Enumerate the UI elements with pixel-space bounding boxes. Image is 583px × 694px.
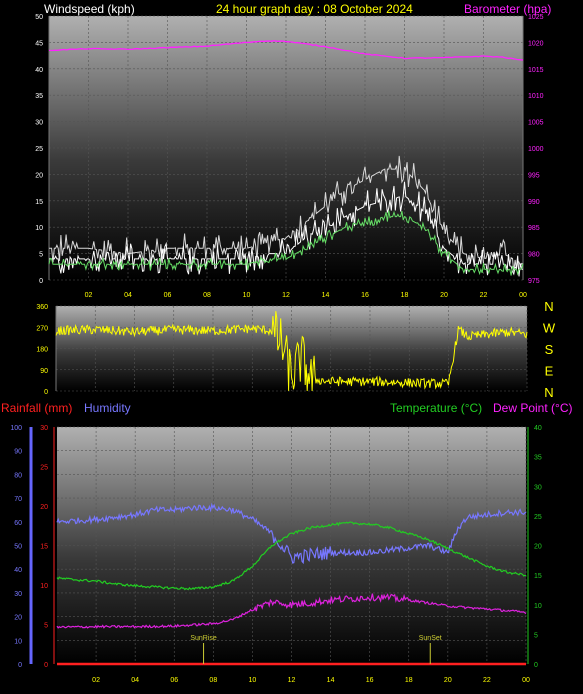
barometer-tick-label: 990 [528, 199, 540, 206]
sun-event-label: SunRise [190, 635, 217, 642]
sun-event-label: SunSet [419, 635, 442, 642]
humidity-tick-label: 0 [18, 662, 22, 669]
climate-x-tick: 00 [522, 677, 530, 684]
humidity-tick-label: 70 [14, 496, 22, 503]
wind-x-tick: 10 [243, 292, 251, 299]
compass-label: N [544, 299, 553, 314]
weather-chart: 0510152025303540455097598098599099510001… [10, 14, 556, 684]
humidity-tick-label: 40 [14, 567, 22, 574]
barometer-tick-label: 1020 [528, 40, 544, 47]
rain-tick-label: 0 [44, 662, 48, 669]
barometer-tick-label: 1015 [528, 67, 544, 74]
barometer-axis-title: Barometer (hpa) [464, 2, 552, 16]
temperature-axis-title: Temperature (°C) [390, 401, 483, 415]
humidity-axis-title: Humidity [84, 401, 131, 415]
wind-tick-label: 50 [35, 14, 43, 21]
wind-x-tick: 20 [440, 292, 448, 299]
humidity-tick-label: 30 [14, 591, 22, 598]
temperature-tick-label: 0 [534, 662, 538, 669]
wind-x-tick: 16 [361, 292, 369, 299]
wind-tick-label: 5 [39, 252, 43, 259]
humidity-tick-label: 80 [14, 472, 22, 479]
compass-label: N [544, 385, 553, 400]
temperature-tick-label: 30 [534, 484, 542, 491]
climate-x-tick: 10 [249, 677, 257, 684]
barometer-tick-label: 1010 [528, 93, 544, 100]
climate-x-tick: 22 [483, 677, 491, 684]
plot-backgrounds [49, 16, 527, 664]
climate-x-tick: 16 [366, 677, 374, 684]
humidity-tick-label: 90 [14, 449, 22, 456]
wind-tick-label: 15 [35, 199, 43, 206]
temperature-tick-label: 25 [534, 514, 542, 521]
climate-x-tick: 06 [170, 677, 178, 684]
direction-tick-label: 180 [36, 347, 48, 354]
rainfall-axis-title: Rainfall (mm) [1, 401, 73, 415]
wind-tick-label: 40 [35, 67, 43, 74]
wind-tick-label: 35 [35, 93, 43, 100]
temperature-tick-label: 35 [534, 455, 542, 462]
climate-x-tick: 02 [92, 677, 100, 684]
page-title: 24 hour graph day : 08 October 2024 [216, 2, 413, 16]
climate-x-tick: 20 [444, 677, 452, 684]
direction-tick-label: 270 [36, 325, 48, 332]
wind-x-tick: 18 [401, 292, 409, 299]
humidity-tick-label: 20 [14, 615, 22, 622]
rain-tick-label: 30 [40, 425, 48, 432]
barometer-tick-label: 985 [528, 225, 540, 232]
wind-x-tick: 22 [480, 292, 488, 299]
humidity-tick-label: 100 [10, 425, 22, 432]
wind-tick-label: 30 [35, 120, 43, 127]
rain-tick-label: 15 [40, 544, 48, 551]
barometer-tick-label: 980 [528, 252, 540, 259]
wind-x-tick: 14 [322, 292, 330, 299]
barometer-tick-label: 995 [528, 172, 540, 179]
wind-x-tick: 02 [85, 292, 93, 299]
wind-tick-label: 25 [35, 146, 43, 153]
rain-tick-label: 20 [40, 504, 48, 511]
wind-x-tick: 04 [124, 292, 132, 299]
climate-x-tick: 08 [209, 677, 217, 684]
temperature-tick-label: 20 [534, 544, 542, 551]
dewpoint-axis-title: Dew Point (°C) [493, 401, 573, 415]
wind-x-tick: 08 [203, 292, 211, 299]
temperature-tick-label: 5 [534, 632, 538, 639]
humidity-tick-label: 10 [14, 638, 22, 645]
compass-label: E [545, 364, 554, 379]
barometer-tick-label: 1000 [528, 146, 544, 153]
temperature-tick-label: 15 [534, 573, 542, 580]
wind-x-tick: 00 [519, 292, 527, 299]
wind-x-tick: 06 [164, 292, 172, 299]
barometer-tick-label: 1005 [528, 120, 544, 127]
temperature-tick-label: 40 [534, 425, 542, 432]
wind-tick-label: 20 [35, 172, 43, 179]
wind-tick-label: 10 [35, 225, 43, 232]
compass-label: S [545, 342, 554, 357]
climate-x-tick: 18 [405, 677, 413, 684]
rain-tick-label: 10 [40, 583, 48, 590]
climate-x-tick: 12 [288, 677, 296, 684]
humidity-tick-label: 50 [14, 544, 22, 551]
windspeed-axis-title: Windspeed (kph) [44, 2, 135, 16]
compass-label: W [543, 321, 556, 336]
climate-x-tick: 14 [327, 677, 335, 684]
wind-x-tick: 12 [282, 292, 290, 299]
temperature-tick-label: 10 [534, 603, 542, 610]
wind-tick-label: 0 [39, 278, 43, 285]
rain-tick-label: 25 [40, 465, 48, 472]
rain-tick-label: 5 [44, 623, 48, 630]
direction-tick-label: 360 [36, 304, 48, 311]
wind-tick-label: 45 [35, 40, 43, 47]
direction-tick-label: 0 [44, 389, 48, 396]
direction-tick-label: 90 [40, 368, 48, 375]
barometer-tick-label: 975 [528, 278, 540, 285]
climate-x-tick: 04 [131, 677, 139, 684]
humidity-tick-label: 60 [14, 520, 22, 527]
